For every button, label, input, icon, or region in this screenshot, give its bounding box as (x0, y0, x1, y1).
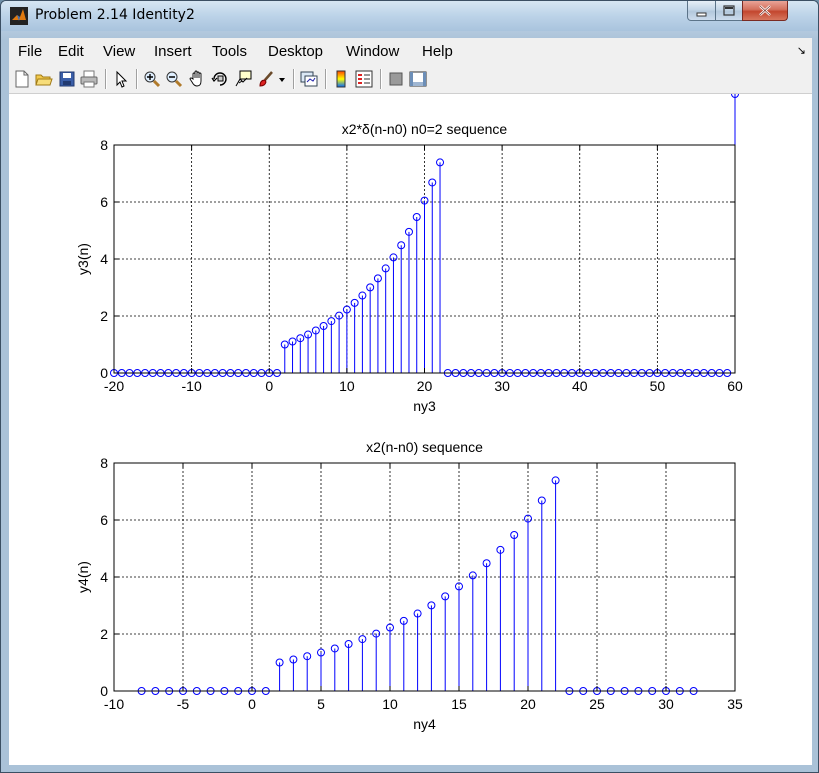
data-cursor-icon[interactable] (234, 70, 252, 88)
x-tick-label: -10 (182, 378, 202, 394)
x-tick-label: 0 (248, 696, 256, 712)
y-tick-label: 8 (100, 137, 108, 153)
y-tick-label: 2 (100, 308, 108, 324)
plot-canvas: -20 -10 0 10 20 30 40 50 6002468x2*δ(n-n0) n0=2 … (75, 94, 743, 732)
toolbar-separator (293, 69, 295, 89)
brush-dropdown-icon[interactable] (277, 70, 287, 88)
x-tick-label: 20 (520, 696, 536, 712)
y-tick-label: 6 (100, 512, 108, 528)
y-tick-label: 2 (100, 626, 108, 642)
rotate-3d-icon[interactable] (211, 70, 229, 88)
x-axis-label: ny4 (413, 716, 436, 732)
insert-colorbar-icon[interactable] (332, 70, 350, 88)
menu-help[interactable]: Help (422, 43, 453, 60)
new-figure-icon[interactable] (13, 70, 31, 88)
close-button[interactable] (742, 1, 788, 21)
x-tick-label: 10 (339, 378, 355, 394)
x-axis-label: ny3 (413, 398, 436, 414)
toolbar-separator (380, 69, 382, 89)
x-tick-label: 50 (650, 378, 666, 394)
maximize-button[interactable] (715, 1, 743, 21)
save-icon[interactable] (58, 70, 76, 88)
x-tick-label: 25 (589, 696, 605, 712)
figure-window: Problem 2.14 Identity2 File Edit View In… (0, 0, 819, 773)
zoom-out-icon[interactable] (165, 70, 183, 88)
x-tick-label: 5 (317, 696, 325, 712)
menu-bar: File Edit View Insert Tools Desktop Wind… (9, 38, 812, 66)
x-tick-label: 15 (451, 696, 467, 712)
x-tick-label: 30 (494, 378, 510, 394)
open-file-icon[interactable] (35, 70, 53, 88)
toolbar-separator (325, 69, 327, 89)
y-axis-label: y3(n) (75, 243, 91, 275)
menu-tools[interactable]: Tools (212, 43, 247, 60)
x-tick-label: 30 (658, 696, 674, 712)
print-icon[interactable] (80, 70, 98, 88)
chart-title: x2*δ(n-n0) n0=2 sequence (342, 121, 508, 137)
zoom-in-icon[interactable] (143, 70, 161, 88)
y-axis-label: y4(n) (75, 561, 91, 593)
toolbar-separator (136, 69, 138, 89)
menu-view[interactable]: View (103, 43, 135, 60)
minimize-button[interactable] (687, 1, 716, 21)
x-tick-label: -5 (177, 696, 190, 712)
menu-insert[interactable]: Insert (154, 43, 192, 60)
menu-edit[interactable]: Edit (58, 43, 84, 60)
toolbar-separator (105, 69, 107, 89)
hide-plot-tools-icon[interactable] (387, 70, 405, 88)
link-plot-icon[interactable] (300, 70, 318, 88)
insert-legend-icon[interactable] (355, 70, 373, 88)
menu-window[interactable]: Window (346, 43, 399, 60)
x-tick-label: 60 (727, 378, 743, 394)
x-tick-label: 0 (265, 378, 273, 394)
y-tick-label: 4 (100, 569, 108, 585)
brush-icon[interactable] (257, 70, 275, 88)
y-tick-label: 0 (100, 365, 108, 381)
axes-bottom[interactable]: -10 -5 0 5 10 15 20 25 30 3502468x2(n-n0) sequenc… (75, 439, 743, 732)
axes-top[interactable]: -20 -10 0 10 20 30 40 50 6002468x2*δ(n-n0) n0=2 … (75, 94, 743, 414)
menu-desktop[interactable]: Desktop (268, 43, 323, 60)
chart-title: x2(n-n0) sequence (366, 439, 483, 455)
x-tick-label: 40 (572, 378, 588, 394)
y-tick-label: 0 (100, 683, 108, 699)
x-tick-label: 35 (727, 696, 743, 712)
matlab-logo-icon (10, 7, 28, 25)
y-tick-label: 4 (100, 251, 108, 267)
pan-hand-icon[interactable] (188, 70, 206, 88)
menu-file[interactable]: File (18, 43, 42, 60)
maximize-icon (723, 5, 735, 16)
y-tick-label: 8 (100, 455, 108, 471)
dock-arrow-icon[interactable]: ↘ (797, 44, 806, 57)
show-plot-tools-icon[interactable] (409, 70, 427, 88)
x-tick-label: 10 (382, 696, 398, 712)
close-icon (759, 5, 771, 16)
x-tick-label: 20 (417, 378, 433, 394)
window-title: Problem 2.14 Identity2 (35, 7, 195, 23)
minimize-icon (696, 12, 707, 17)
figure-toolbar (9, 65, 812, 94)
figure-canvas[interactable]: -20 -10 0 10 20 30 40 50 60 0 2 4 6 8 x2*δ(n-n0) n0=2 … (9, 94, 812, 765)
title-bar[interactable]: Problem 2.14 Identity2 (1, 1, 818, 31)
y-tick-label: 6 (100, 194, 108, 210)
edit-plot-arrow-icon[interactable] (112, 70, 130, 88)
